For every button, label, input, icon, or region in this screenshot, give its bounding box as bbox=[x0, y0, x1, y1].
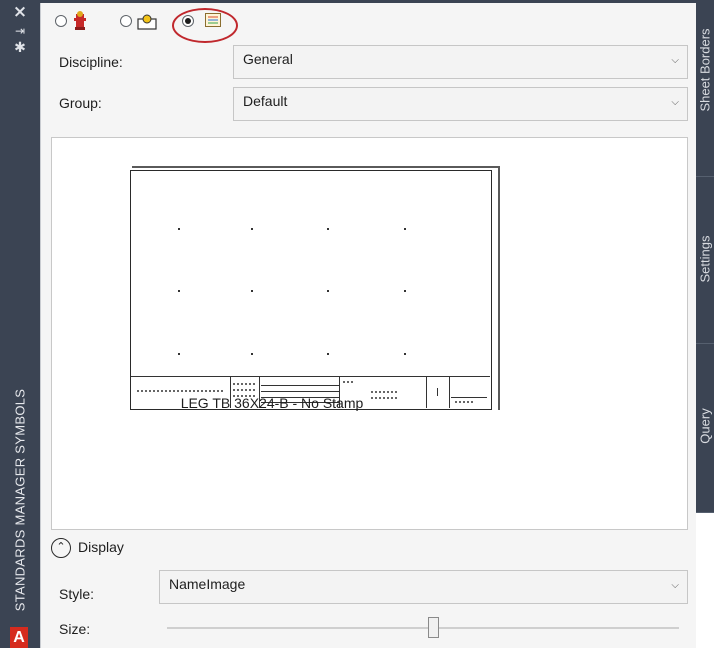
discipline-value: General bbox=[243, 51, 293, 67]
collapse-display-button[interactable]: ⌃ bbox=[51, 538, 71, 558]
size-slider-track[interactable] bbox=[167, 627, 679, 629]
palette-top-edge bbox=[40, 0, 696, 3]
discipline-dropdown[interactable]: General ⌵ bbox=[233, 45, 688, 79]
tab-settings-label: Settings bbox=[697, 235, 713, 283]
radio-fire-hydrant[interactable] bbox=[55, 15, 67, 27]
palette-title: STANDARDS MANAGER SYMBOLS bbox=[12, 388, 28, 612]
symbol-name-label: LEG TB 36X24-B - No Stamp bbox=[180, 395, 364, 411]
sheet-thumbnail[interactable] bbox=[130, 170, 492, 410]
style-label: Style: bbox=[59, 586, 95, 602]
palette-content: Discipline: General ⌵ Group: Default ⌵ L… bbox=[40, 0, 697, 648]
chevron-down-icon: ⌵ bbox=[671, 55, 679, 66]
pin-icon[interactable]: ⇥ bbox=[0, 24, 40, 38]
group-dropdown[interactable]: Default ⌵ bbox=[233, 87, 688, 121]
sheet-border bbox=[132, 166, 500, 168]
style-dropdown[interactable]: NameImage ⌵ bbox=[159, 570, 688, 604]
selection-highlight-ring bbox=[172, 8, 238, 43]
group-label: Group: bbox=[59, 95, 102, 111]
tab-query-label: Query bbox=[697, 408, 713, 444]
tab-settings[interactable]: Settings bbox=[696, 177, 714, 344]
size-slider-thumb[interactable] bbox=[427, 617, 439, 638]
chevron-down-icon: ⌵ bbox=[671, 97, 679, 108]
style-value: NameImage bbox=[169, 576, 246, 592]
tab-sheet-borders[interactable]: Sheet Borders bbox=[696, 0, 714, 177]
palette-titlebar: × ⇥ ✱ STANDARDS MANAGER SYMBOLS A bbox=[0, 0, 40, 648]
sheet-border-edge bbox=[498, 166, 500, 410]
properties-icon[interactable]: ✱ bbox=[0, 40, 40, 56]
chevron-down-icon: ⌵ bbox=[671, 580, 679, 591]
size-label: Size: bbox=[59, 621, 91, 637]
tab-sheet-borders-label: Sheet Borders bbox=[697, 28, 713, 112]
display-section-label: Display bbox=[78, 539, 124, 555]
close-icon[interactable]: × bbox=[0, 2, 40, 22]
tab-query[interactable]: Query bbox=[696, 344, 714, 513]
autodesk-logo: A bbox=[10, 627, 28, 648]
symbol-preview-area: LEG TB 36X24-B - No Stamp bbox=[51, 137, 688, 530]
fire-hydrant-icon bbox=[74, 11, 86, 30]
group-value: Default bbox=[243, 93, 288, 109]
radio-manhole[interactable] bbox=[120, 15, 132, 27]
manhole-icon bbox=[137, 14, 157, 30]
discipline-label: Discipline: bbox=[59, 54, 123, 70]
side-tab-strip: Sheet Borders Settings Query bbox=[696, 0, 719, 648]
